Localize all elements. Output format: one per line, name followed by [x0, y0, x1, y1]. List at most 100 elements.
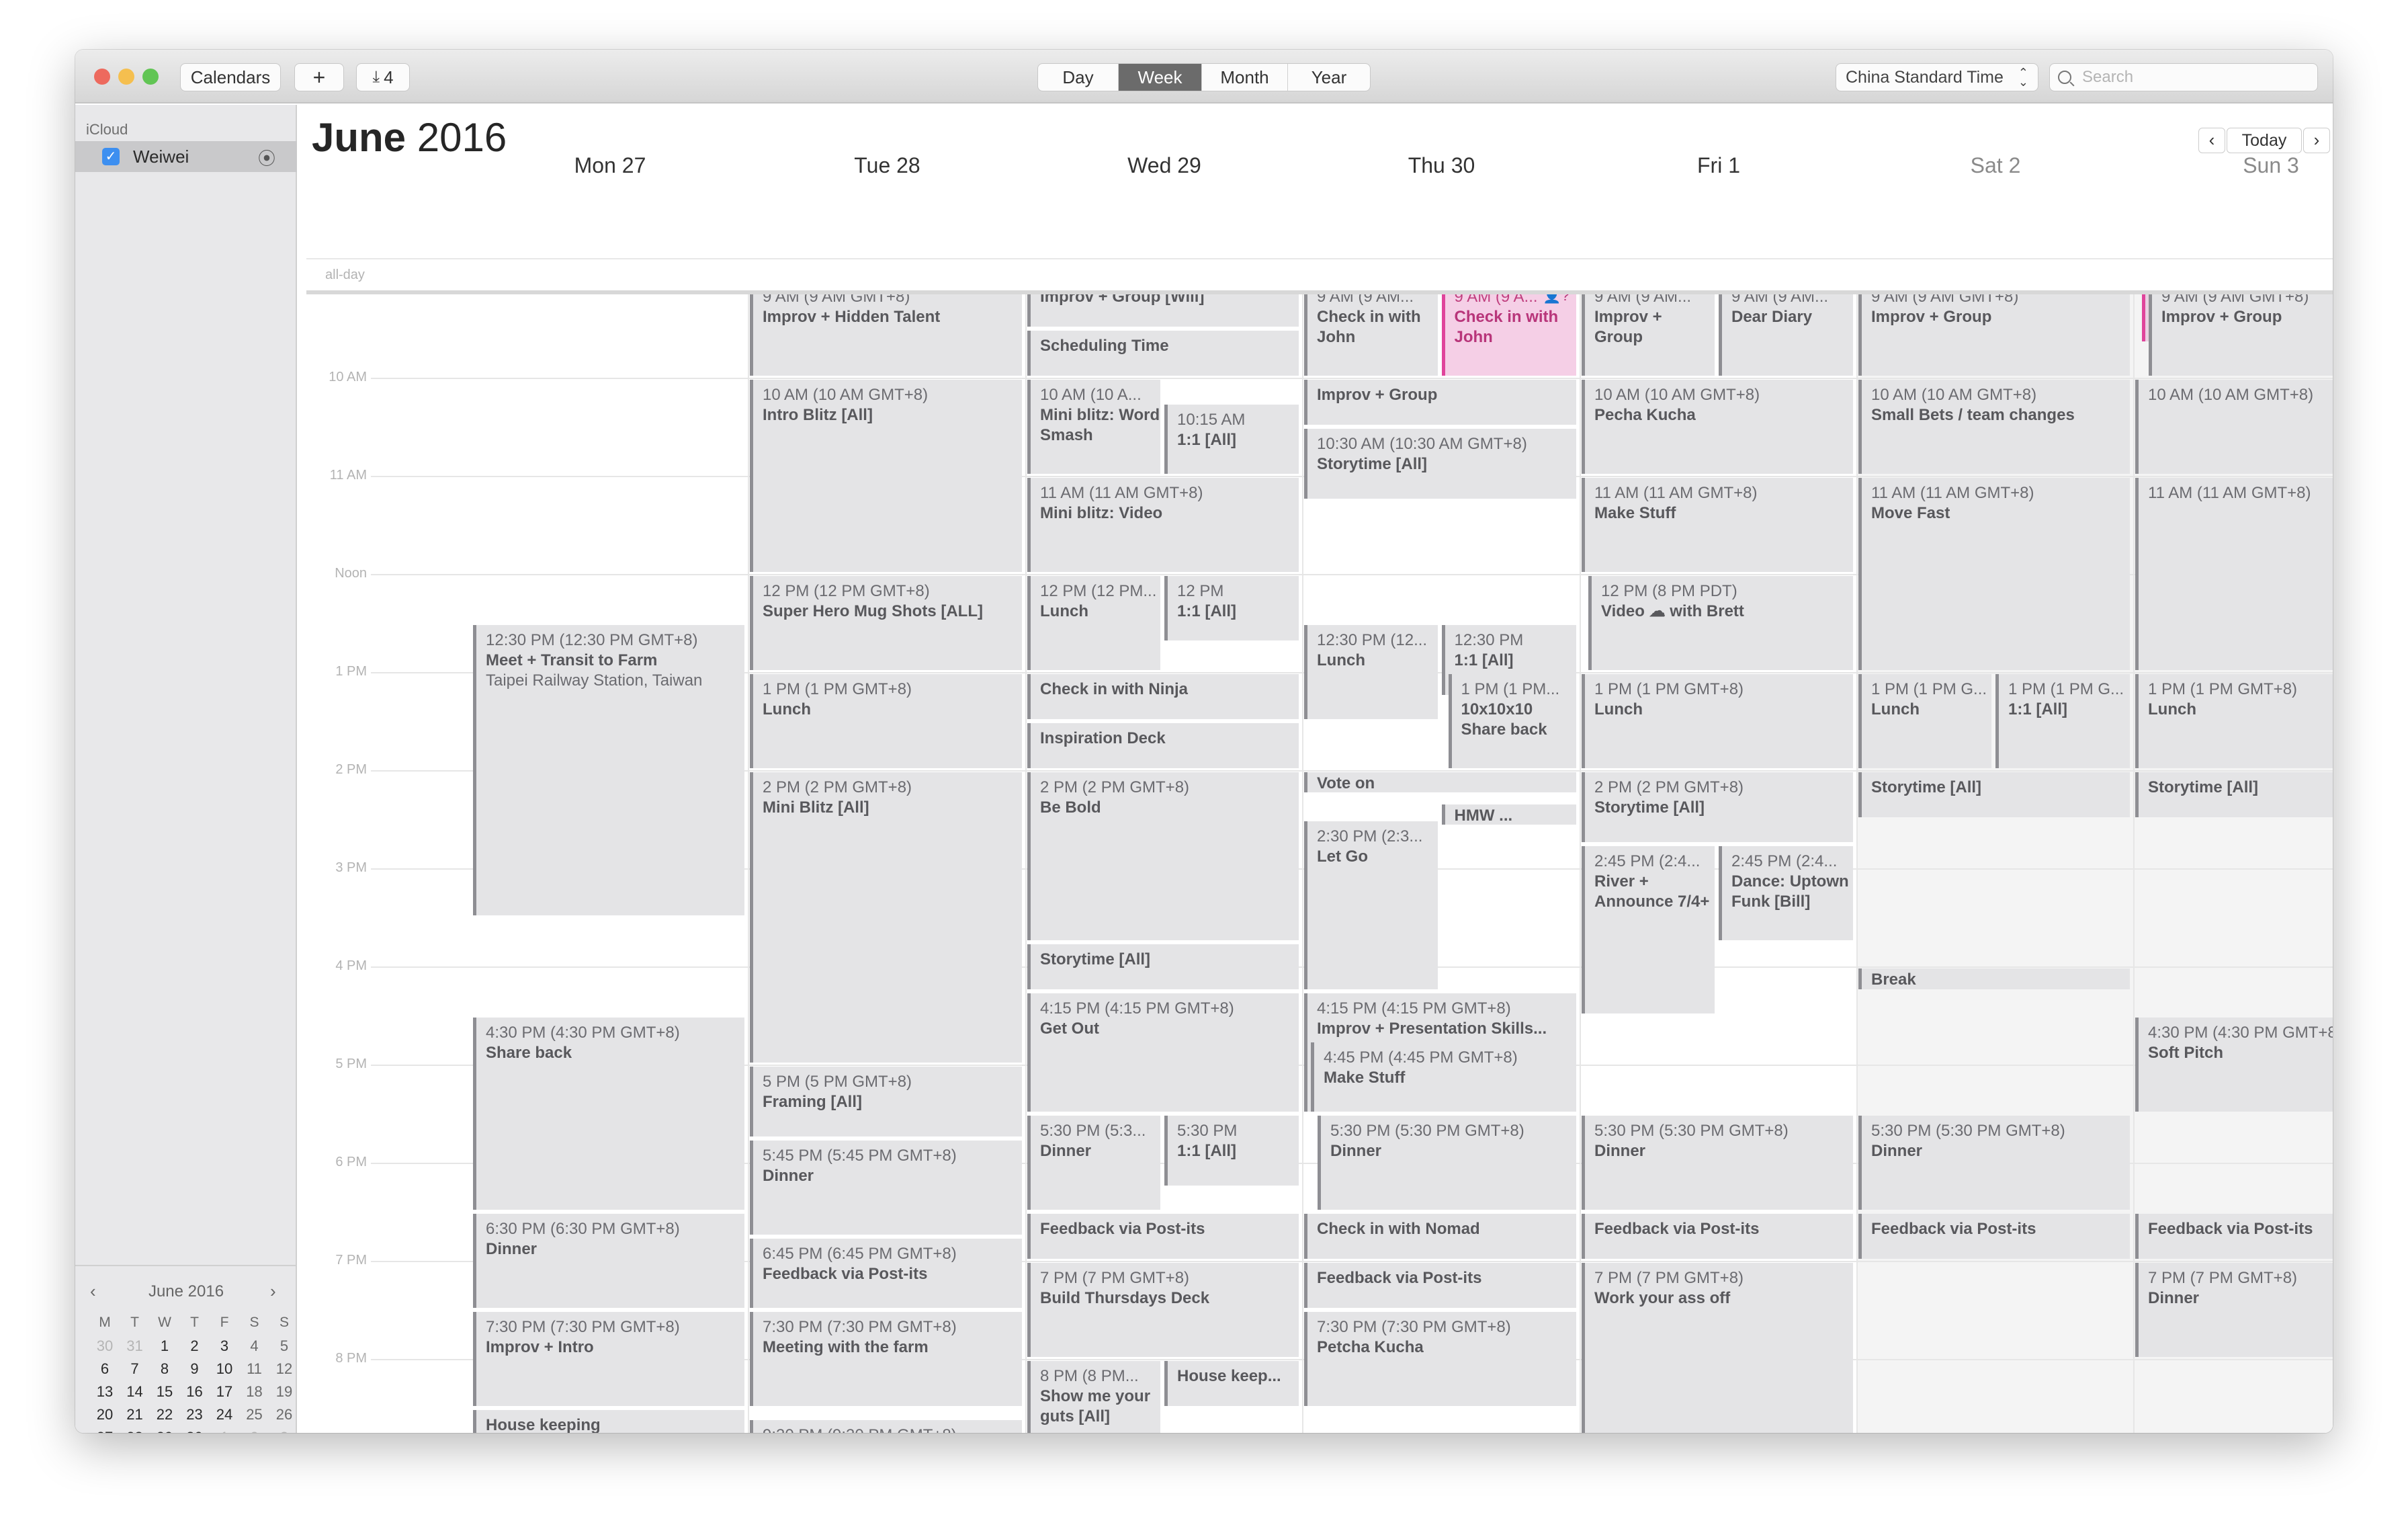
calendar-event[interactable]: House keep...: [1164, 1361, 1299, 1406]
search-input[interactable]: Search: [2082, 68, 2133, 87]
mini-day[interactable]: 31: [120, 1337, 150, 1355]
calendar-event[interactable]: 12 PM (12 PM... Lunch: [1027, 576, 1160, 670]
mini-day[interactable]: 28: [120, 1429, 150, 1433]
calendar-event[interactable]: 10:15 AM 1:1 [All]: [1164, 404, 1299, 474]
mini-day[interactable]: 2: [180, 1337, 210, 1355]
inbox-button[interactable]: ⤓ 4: [356, 63, 410, 91]
calendar-event[interactable]: Improv + Group [Will]: [1027, 294, 1299, 327]
calendar-event[interactable]: 9 AM (9 AM... Dear Diary: [1719, 294, 1853, 376]
calendar-event[interactable]: 4:45 PM (4:45 PM GMT+8) Make Stuff: [1311, 1042, 1576, 1112]
calendar-event[interactable]: 2 PM (2 PM GMT+8) Storytime [All]: [1582, 772, 1853, 842]
calendar-event[interactable]: Feedback via Post-its: [1304, 1263, 1576, 1308]
calendar-event[interactable]: 10 AM (10 AM GMT+8) Small Bets / team cha…: [1858, 380, 2130, 474]
calendar-event[interactable]: 11 AM (11 AM GMT+8) Make Stuff: [1582, 478, 1853, 572]
calendar-event[interactable]: 1 PM (1 PM GMT+8) Lunch: [1582, 674, 1853, 768]
calendar-event[interactable]: 9 AM (9 AM GMT+8) Improv + Group: [2149, 294, 2333, 376]
calendar-event[interactable]: 5:30 PM (5:3... Dinner: [1027, 1116, 1160, 1210]
mini-day[interactable]: 17: [210, 1383, 239, 1401]
mini-day[interactable]: 1: [210, 1429, 239, 1433]
calendar-event[interactable]: 1 PM (1 PM GMT+8) Lunch: [2135, 674, 2333, 768]
calendar-event[interactable]: 1 PM (1 PM G... 1:1 [All]: [1995, 674, 2130, 768]
day-header-4[interactable]: Thu 30: [1303, 153, 1580, 178]
mini-day[interactable]: 26: [269, 1406, 299, 1423]
mini-day[interactable]: 4: [240, 1337, 269, 1355]
calendar-event[interactable]: 1 PM (1 PM GMT+8) Lunch: [750, 674, 1022, 768]
calendar-event[interactable]: 7 PM (7 PM GMT+8) Build Thursdays Deck: [1027, 1263, 1299, 1357]
calendar-event[interactable]: 12 PM (8 PM PDT) Video ☁ with Brett: [1588, 576, 1853, 670]
calendar-event[interactable]: Feedback via Post-its: [1027, 1214, 1299, 1259]
calendar-event[interactable]: 11 AM (11 AM GMT+8) Move Fast: [1858, 478, 2130, 670]
calendar-event[interactable]: 12 PM 1:1 [All]: [1164, 576, 1299, 641]
mini-day[interactable]: 16: [180, 1383, 210, 1401]
calendar-event[interactable]: 12:30 PM (12:30 PM GMT+8) Meet + Transit …: [473, 625, 744, 915]
mini-day[interactable]: 12: [269, 1360, 299, 1378]
calendar-event[interactable]: 9 AM (9 AM GMT+8) Improv + Group: [1858, 294, 2130, 376]
close-window-button[interactable]: [94, 69, 110, 85]
timezone-select[interactable]: China Standard Time ⌃ ⌄: [1836, 63, 2038, 91]
calendar-event[interactable]: 5:30 PM (5:30 PM GMT+8) Dinner: [1858, 1116, 2130, 1210]
day-header-7[interactable]: Sun 3: [2134, 153, 2333, 178]
calendar-event[interactable]: 11 AM (11 AM GMT+8) Mini blitz: Video: [1027, 478, 1299, 572]
day-header-6[interactable]: Sat 2: [1857, 153, 2134, 178]
calendar-event[interactable]: Improv + Group: [1304, 380, 1576, 425]
day-header-2[interactable]: Tue 28: [748, 153, 1026, 178]
calendar-event[interactable]: 12:30 PM (12... Lunch: [1304, 625, 1438, 719]
calendar-checkbox[interactable]: ✓: [102, 148, 120, 165]
calendar-event[interactable]: 9 AM (9 AM GMT+8) Improv + Hidden Talent: [750, 294, 1022, 376]
calendar-event[interactable]: 2 PM (2 PM GMT+8) Mini Blitz [All]: [750, 772, 1022, 1063]
mini-day[interactable]: 2: [240, 1429, 269, 1433]
calendar-event[interactable]: 7:30 PM (7:30 PM GMT+8) Petcha Kucha: [1304, 1312, 1576, 1406]
calendar-event[interactable]: 9:30 PM (9:30 PM GMT+8): [750, 1419, 1022, 1433]
mini-day[interactable]: 5: [269, 1337, 299, 1355]
mini-day[interactable]: 30: [90, 1337, 120, 1355]
mini-day[interactable]: 24: [210, 1406, 239, 1423]
calendar-event[interactable]: 7 PM (7 PM GMT+8) Dinner: [2135, 1263, 2333, 1357]
calendar-event[interactable]: Feedback via Post-its: [1582, 1214, 1853, 1259]
mini-day[interactable]: 30: [180, 1429, 210, 1433]
mini-day[interactable]: 15: [150, 1383, 179, 1401]
search-field[interactable]: Search: [2049, 63, 2318, 91]
calendar-event[interactable]: Storytime [All]: [1027, 944, 1299, 989]
calendar-event[interactable]: Break: [1858, 968, 2130, 989]
mini-day[interactable]: 20: [90, 1406, 120, 1423]
mini-day[interactable]: 29: [150, 1429, 179, 1433]
day-header-5[interactable]: Fri 1: [1580, 153, 1857, 178]
mini-day[interactable]: 7: [120, 1360, 150, 1378]
calendar-event[interactable]: 7:30 PM (7:30 PM GMT+8) Improv + Intro: [473, 1312, 744, 1406]
calendar-event[interactable]: Inspiration Deck: [1027, 723, 1299, 768]
calendar-event[interactable]: HMW ...: [1441, 804, 1576, 825]
mini-day[interactable]: 27: [90, 1429, 120, 1433]
calendar-event[interactable]: Check in with Nomad: [1304, 1214, 1576, 1259]
today-button[interactable]: Today: [2227, 128, 2302, 153]
mini-next-month[interactable]: ›: [270, 1281, 276, 1302]
mini-day[interactable]: 3: [269, 1429, 299, 1433]
calendar-event[interactable]: Storytime [All]: [1858, 772, 2130, 817]
day-header-3[interactable]: Wed 29: [1026, 153, 1303, 178]
mini-day[interactable]: 1: [150, 1337, 179, 1355]
calendar-event[interactable]: 11 AM (11 AM GMT+8): [2135, 478, 2333, 670]
mini-day[interactable]: 11: [240, 1360, 269, 1378]
mini-day[interactable]: 25: [240, 1406, 269, 1423]
calendar-event[interactable]: 10 AM (10 AM GMT+8): [2135, 380, 2333, 474]
view-tab-week[interactable]: Week: [1119, 64, 1202, 91]
calendar-event[interactable]: 5:30 PM (5:30 PM GMT+8) Dinner: [1318, 1116, 1576, 1210]
mini-day[interactable]: 9: [180, 1360, 210, 1378]
mini-day[interactable]: 19: [269, 1383, 299, 1401]
add-event-button[interactable]: +: [294, 63, 344, 91]
calendar-event[interactable]: 7:30 PM (7:30 PM GMT+8) Meeting with the …: [750, 1312, 1022, 1406]
view-tab-month[interactable]: Month: [1202, 64, 1288, 91]
previous-week-button[interactable]: ‹: [2198, 128, 2225, 153]
calendar-event[interactable]: House keeping: [473, 1410, 744, 1433]
mini-day[interactable]: 8: [150, 1360, 179, 1378]
calendar-event[interactable]: 5:45 PM (5:45 PM GMT+8) Dinner: [750, 1140, 1022, 1235]
zoom-window-button[interactable]: [142, 69, 159, 85]
calendar-event[interactable]: 2:30 PM (2:3... Let Go: [1304, 821, 1438, 989]
view-tab-year[interactable]: Year: [1288, 64, 1370, 91]
calendar-event[interactable]: 8 PM (8 PM... Show me your guts [All]: [1027, 1361, 1160, 1433]
calendar-event[interactable]: 6:45 PM (6:45 PM GMT+8) Feedback via Post…: [750, 1238, 1022, 1308]
mini-day[interactable]: 6: [90, 1360, 120, 1378]
calendar-event[interactable]: 9 AM (9 AM... Improv + Group: [1582, 294, 1715, 376]
calendar-event[interactable]: 2 PM (2 PM GMT+8) Be Bold: [1027, 772, 1299, 940]
calendars-button[interactable]: Calendars: [180, 63, 281, 91]
mini-day[interactable]: 3: [210, 1337, 239, 1355]
